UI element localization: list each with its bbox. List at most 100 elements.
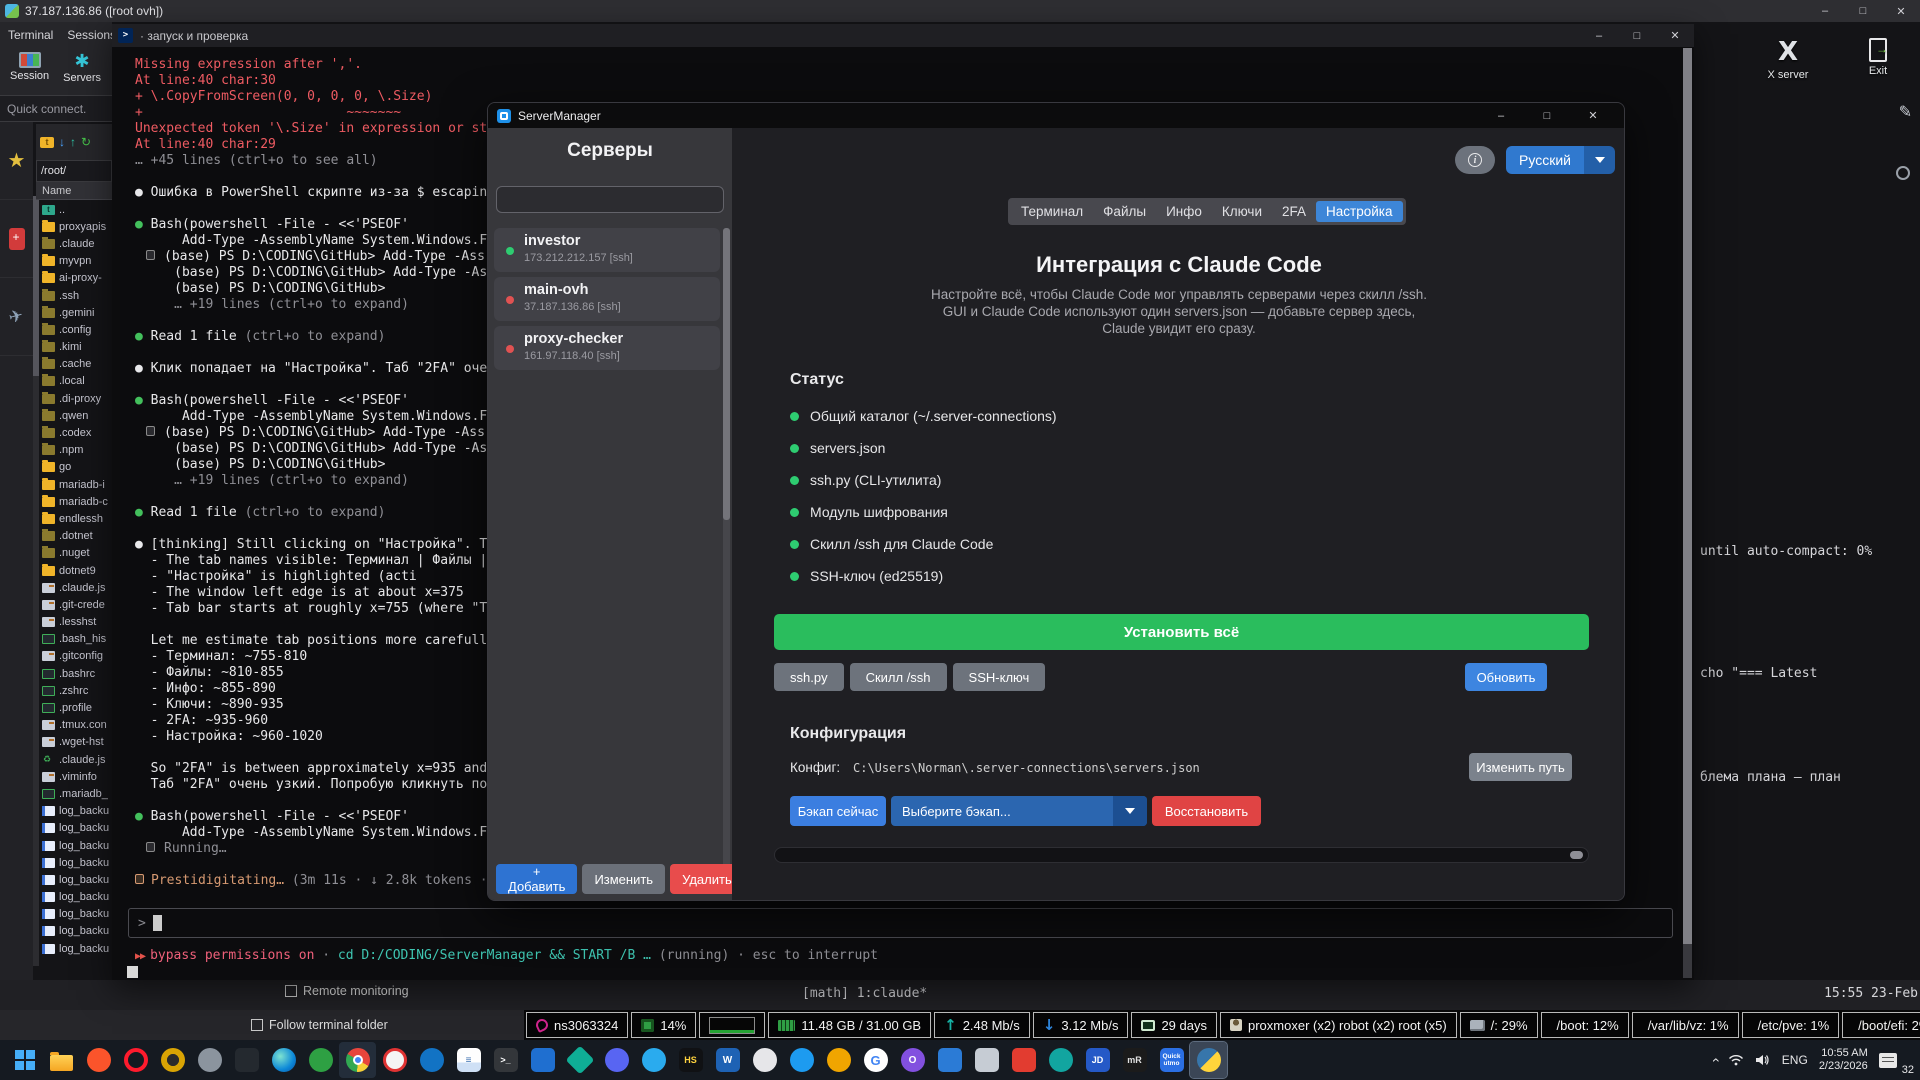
taskbar-cell[interactable] (1042, 1042, 1079, 1078)
transfer-button[interactable]: ✈ (0, 278, 33, 356)
file-row[interactable]: .mariadb_ (39, 785, 112, 802)
file-row[interactable]: log_backu (39, 889, 112, 906)
file-row[interactable]: log_backu (39, 923, 112, 940)
sm-close-button[interactable]: ✕ (1570, 103, 1616, 128)
file-row[interactable]: .gitconfig (39, 648, 112, 665)
edit-server-button[interactable]: Изменить (582, 864, 665, 894)
telegram[interactable] (642, 1048, 666, 1072)
taskbar-cell[interactable]: >_ (487, 1042, 524, 1078)
teal-app[interactable] (1049, 1048, 1073, 1072)
github-desktop[interactable] (198, 1048, 222, 1072)
desktop-icon-exit[interactable]: Exit (1846, 38, 1910, 81)
backup-select[interactable]: Выберите бэкап... (891, 796, 1147, 826)
metric-disk-etcpve[interactable]: /etc/pve: 1% (1742, 1012, 1840, 1038)
file-row[interactable]: .bash_his (39, 631, 112, 648)
musicbee[interactable]: mR (1123, 1048, 1147, 1072)
taskbar-cell[interactable] (1005, 1042, 1042, 1078)
taskbar-cell[interactable] (43, 1042, 80, 1078)
file-row[interactable]: proxyapis (39, 218, 112, 235)
menu-item[interactable]: Terminal (8, 28, 53, 42)
taskbar-cell[interactable] (561, 1042, 598, 1078)
session-button[interactable]: Session (10, 52, 49, 95)
file-row[interactable]: .cache (39, 356, 112, 373)
red-pin-app[interactable] (1012, 1048, 1036, 1072)
start-button[interactable] (13, 1048, 37, 1072)
quick-utmo[interactable]: Quick utmo (1160, 1048, 1184, 1072)
taskbar-cell[interactable] (302, 1042, 339, 1078)
file-row[interactable]: log_backu (39, 837, 112, 854)
terminal-scrollbar[interactable] (1683, 48, 1692, 978)
info-button[interactable]: i (1455, 146, 1495, 174)
metric-net-up[interactable]: 2.48 Mb/s (934, 1012, 1030, 1038)
server-item-proxy-checker[interactable]: proxy-checker 161.97.118.40 [ssh] (494, 326, 720, 370)
file-row[interactable]: mariadb-c (39, 493, 112, 510)
metric-disk-root[interactable]: /: 29% (1460, 1012, 1538, 1038)
remote-monitoring-checkbox[interactable]: Remote monitoring (285, 984, 409, 998)
taskbar-cell[interactable] (228, 1042, 265, 1078)
upload-icon[interactable]: ↑ (70, 135, 76, 149)
taskbar-cell[interactable]: G (857, 1042, 894, 1078)
file-row[interactable]: .dotnet (39, 528, 112, 545)
folder-up-icon[interactable]: t (40, 137, 54, 148)
opera-gx[interactable] (383, 1048, 407, 1072)
taskbar-cell[interactable] (413, 1042, 450, 1078)
taskbar-cell[interactable]: mR (1116, 1042, 1153, 1078)
tab-files[interactable]: Файлы (1093, 201, 1156, 222)
taskbar-cell[interactable] (635, 1042, 672, 1078)
taskbar-cell[interactable]: W (709, 1042, 746, 1078)
python-app[interactable] (1197, 1048, 1221, 1072)
taskbar-cell[interactable]: JD (1079, 1042, 1116, 1078)
metric-disk-varlibvz[interactable]: /var/lib/vz: 1% (1632, 1012, 1739, 1038)
metric-disk-boot[interactable]: /boot: 12% (1541, 1012, 1629, 1038)
tab-keys[interactable]: Ключи (1212, 201, 1272, 222)
file-row[interactable]: .. (39, 201, 112, 218)
google-app[interactable]: G (864, 1048, 888, 1072)
taskbar-cell[interactable] (191, 1042, 228, 1078)
file-row[interactable]: log_backu (39, 803, 112, 820)
file-row[interactable]: .claude.js (39, 579, 112, 596)
taskbar-cell[interactable]: O (894, 1042, 931, 1078)
taskbar-cell[interactable] (598, 1042, 635, 1078)
taskbar-cell[interactable] (968, 1042, 1005, 1078)
metric-cpu-graph[interactable] (699, 1012, 765, 1038)
language-select[interactable]: Русский (1506, 146, 1615, 174)
tray-clock[interactable]: 10:55 AM 2/23/2026 (1819, 1047, 1868, 1073)
terminal-minimize-button[interactable]: – (1580, 25, 1618, 47)
favorites-button[interactable]: ★ (0, 122, 33, 200)
taskbar-cell[interactable]: ≡ (450, 1042, 487, 1078)
desktop-icon-x-server[interactable]: X X server (1756, 38, 1820, 81)
brave-browser[interactable] (87, 1048, 111, 1072)
green-app[interactable] (309, 1048, 333, 1072)
tools-button[interactable] (0, 200, 33, 278)
tab-settings[interactable]: Настройка (1316, 201, 1402, 222)
taskbar-cell[interactable] (339, 1042, 376, 1078)
metric-net-down[interactable]: 3.12 Mb/s (1033, 1012, 1129, 1038)
discord[interactable] (605, 1048, 629, 1072)
file-row[interactable]: .kimi (39, 339, 112, 356)
refresh-button[interactable]: Обновить (1465, 663, 1547, 691)
server-list-scrollbar[interactable] (723, 228, 730, 884)
file-row[interactable]: .claude.js (39, 751, 112, 768)
taskbar-cell[interactable] (265, 1042, 302, 1078)
silver-app[interactable] (975, 1048, 999, 1072)
bluebird-app[interactable] (790, 1048, 814, 1072)
skill-ssh-button[interactable]: Скилл /ssh (850, 663, 947, 691)
taskbar-cell[interactable] (783, 1042, 820, 1078)
menu-item[interactable]: Sessions (67, 28, 116, 42)
taskbar-cell[interactable] (154, 1042, 191, 1078)
file-row[interactable]: log_backu (39, 940, 112, 957)
winscp-close-button[interactable]: ✕ (1882, 0, 1920, 22)
server-item-investor[interactable]: investor 173.212.212.157 [ssh] (494, 228, 720, 272)
file-row[interactable]: log_backu (39, 854, 112, 871)
edge-browser[interactable] (272, 1048, 296, 1072)
terminal-title-bar[interactable]: > · запуск и проверка – □ ✕ (112, 24, 1694, 47)
restore-button[interactable]: Восстановить (1152, 796, 1261, 826)
file-row[interactable]: dotnet9 (39, 562, 112, 579)
taskbar-cell[interactable] (6, 1042, 43, 1078)
file-explorer[interactable] (50, 1055, 73, 1071)
terminal-prompt-input[interactable]: > (128, 908, 1673, 938)
file-row[interactable]: .git-crede (39, 596, 112, 613)
hs-app[interactable]: HS (679, 1048, 703, 1072)
opera-browser[interactable] (124, 1048, 148, 1072)
file-row[interactable]: .local (39, 373, 112, 390)
